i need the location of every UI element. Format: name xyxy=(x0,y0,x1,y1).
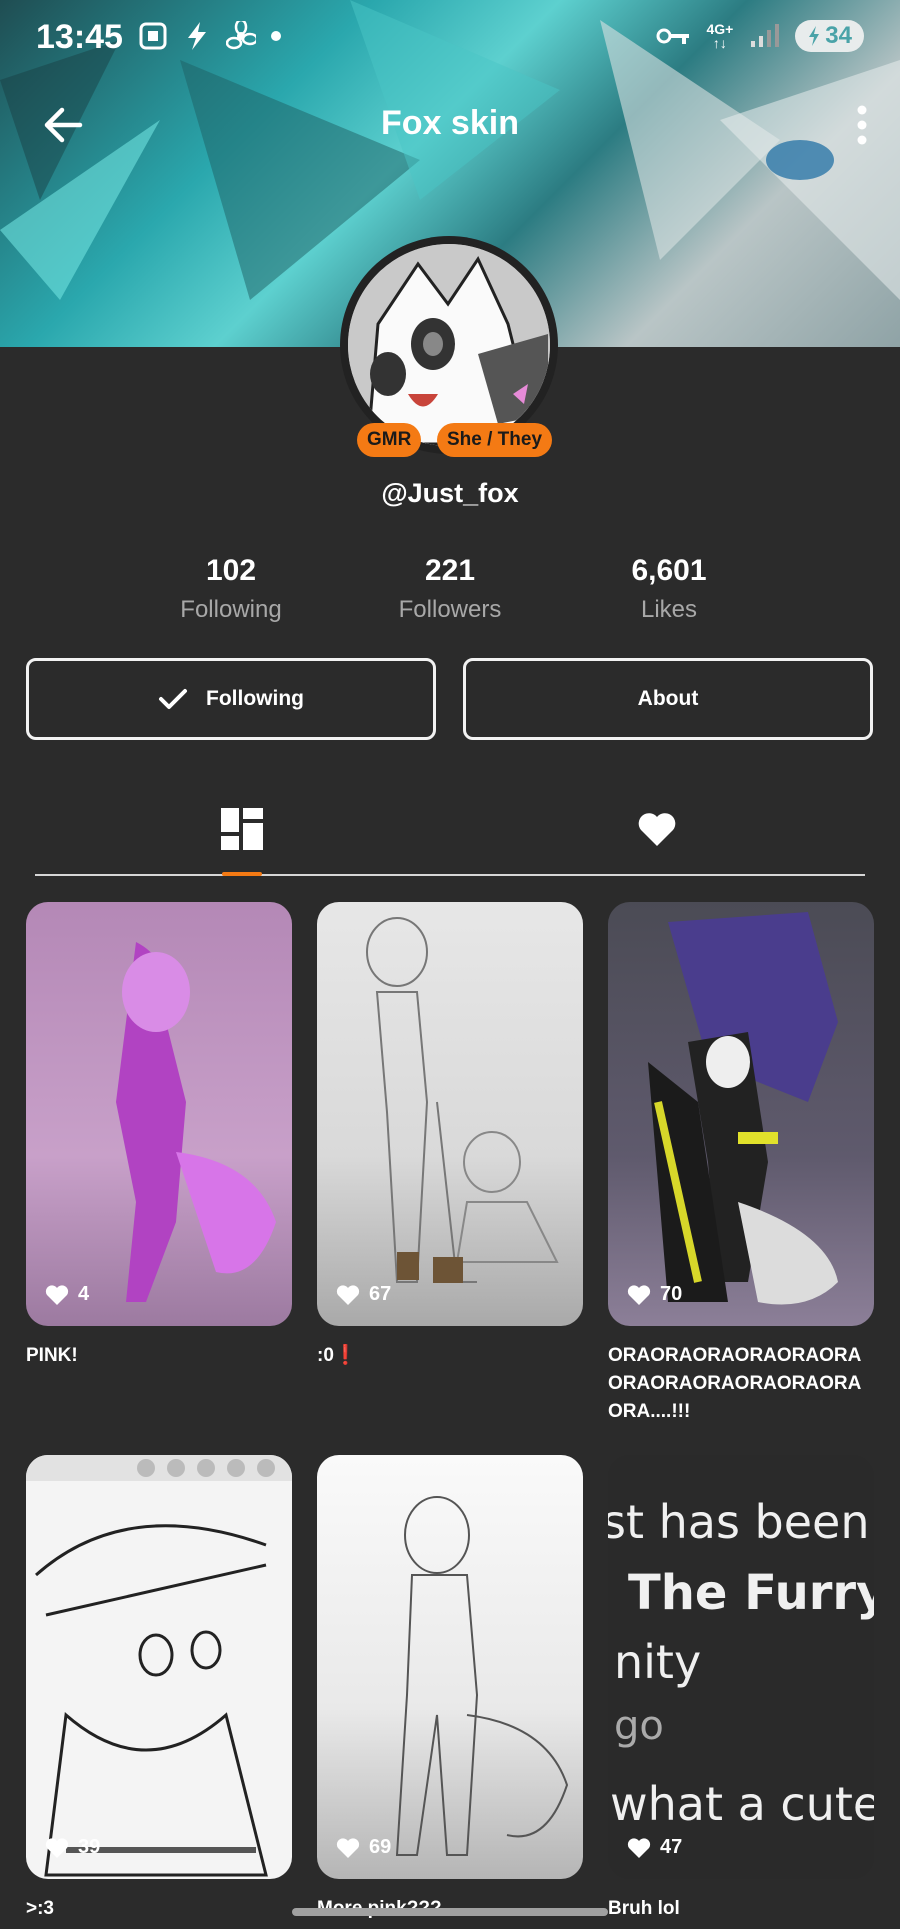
stat-likes-label: Likes xyxy=(640,596,698,623)
heart-icon xyxy=(45,1837,69,1858)
about-button-label: About xyxy=(637,687,699,710)
post-likes-count-1: 4 xyxy=(78,1283,90,1305)
post-thumbnail-1 xyxy=(116,942,276,1302)
post-card-5[interactable]: 69 xyxy=(317,1455,583,1879)
home-indicator[interactable] xyxy=(292,1908,608,1916)
stat-following-value: 102 xyxy=(205,554,257,587)
tab-posts[interactable] xyxy=(197,786,287,872)
stat-following[interactable]: 102 Following xyxy=(121,554,341,624)
about-button[interactable]: About xyxy=(463,658,873,740)
post-likes-count-2: 67 xyxy=(369,1283,392,1305)
posts-grid-icon xyxy=(221,808,263,850)
stat-likes-value: 6,601 xyxy=(631,554,707,587)
status-bar: 13:45 4G+ ↑↓ 34 xyxy=(0,0,900,78)
post-likes-5: 69 xyxy=(335,1836,391,1859)
text-post-line-5: what a cute xyxy=(610,1777,874,1831)
stat-likes: 6,601 Likes xyxy=(559,554,779,624)
post-caption-4: >:3 xyxy=(26,1898,54,1919)
post-likes-6: 47 xyxy=(626,1836,682,1859)
post-likes-4: 39 xyxy=(44,1836,100,1859)
text-post-line-4: go xyxy=(614,1703,664,1749)
text-post-line-3: nity xyxy=(614,1635,702,1689)
heart-icon xyxy=(336,1837,360,1858)
checkmark-icon xyxy=(159,689,187,709)
post-caption-1: PINK! xyxy=(26,1345,78,1366)
network-type: 4G+ xyxy=(706,21,734,37)
avatar[interactable] xyxy=(348,244,550,446)
following-button[interactable]: Following xyxy=(26,658,436,740)
screenshot-icon xyxy=(139,22,167,50)
vpn-key-icon xyxy=(656,28,690,44)
battery-indicator: 34 xyxy=(795,20,864,52)
status-time: 13:45 xyxy=(36,18,123,56)
post-thumbnail-3 xyxy=(648,912,838,1305)
heart-icon xyxy=(627,1284,651,1305)
post-caption-2: :0❗ xyxy=(317,1345,358,1366)
signal-icon xyxy=(751,24,780,47)
fan-icon xyxy=(226,21,256,50)
post-thumbnail-5 xyxy=(395,1496,569,1856)
post-card-1[interactable]: 4 xyxy=(26,902,292,1326)
charging-icon xyxy=(809,26,820,46)
text-post-line-1: st has been xyxy=(608,1495,870,1549)
heart-icon xyxy=(336,1284,360,1305)
heart-icon xyxy=(45,1284,69,1305)
following-button-label: Following xyxy=(206,687,304,710)
status-notification-icons xyxy=(138,20,282,52)
post-likes-count-4: 39 xyxy=(78,1836,101,1858)
active-tab-indicator xyxy=(222,872,262,876)
post-thumbnail-2 xyxy=(366,917,559,1283)
profile-tabs xyxy=(35,786,865,876)
badge-pronouns: She / They xyxy=(437,423,553,457)
post-thumbnail-4 xyxy=(26,1455,292,1877)
stat-followers[interactable]: 221 Followers xyxy=(340,554,560,624)
dot-icon xyxy=(271,31,281,41)
avatar-image xyxy=(348,244,550,446)
network-indicator: 4G+ ↑↓ xyxy=(706,21,734,51)
post-likes-1: 4 xyxy=(44,1283,89,1306)
post-caption-3: ORAORAORAORAORAORAORAORAORAORAORAORAORA.… xyxy=(608,1345,862,1422)
battery-level: 34 xyxy=(825,22,852,49)
post-card-4[interactable]: 39 xyxy=(26,1455,292,1879)
post-caption-6: Bruh lol xyxy=(608,1898,680,1919)
stat-following-label: Following xyxy=(180,596,282,623)
post-likes-2: 67 xyxy=(335,1283,391,1306)
post-card-3[interactable]: 70 xyxy=(608,902,874,1326)
stat-followers-value: 221 xyxy=(424,554,476,587)
post-likes-count-3: 70 xyxy=(660,1283,683,1305)
liked-heart-icon xyxy=(638,813,676,846)
username: @Just_fox xyxy=(381,478,519,508)
text-post-line-2: The Furry xyxy=(628,1565,874,1621)
post-likes-count-6: 47 xyxy=(660,1836,683,1858)
badge-gmr: GMR xyxy=(357,423,422,457)
post-card-6[interactable]: st has been The Furry nity go what a cut… xyxy=(608,1455,874,1879)
stat-followers-label: Followers xyxy=(398,596,502,623)
heart-icon xyxy=(627,1837,651,1858)
post-likes-3: 70 xyxy=(626,1283,682,1306)
page-title: Fox skin xyxy=(381,104,519,142)
more-options-icon[interactable] xyxy=(836,100,876,150)
tab-liked[interactable] xyxy=(612,786,702,872)
post-likes-count-5: 69 xyxy=(369,1836,392,1858)
post-card-2[interactable]: 67 xyxy=(317,902,583,1326)
flash-icon xyxy=(188,22,206,50)
status-system-icons: 4G+ ↑↓ 34 xyxy=(656,20,864,52)
